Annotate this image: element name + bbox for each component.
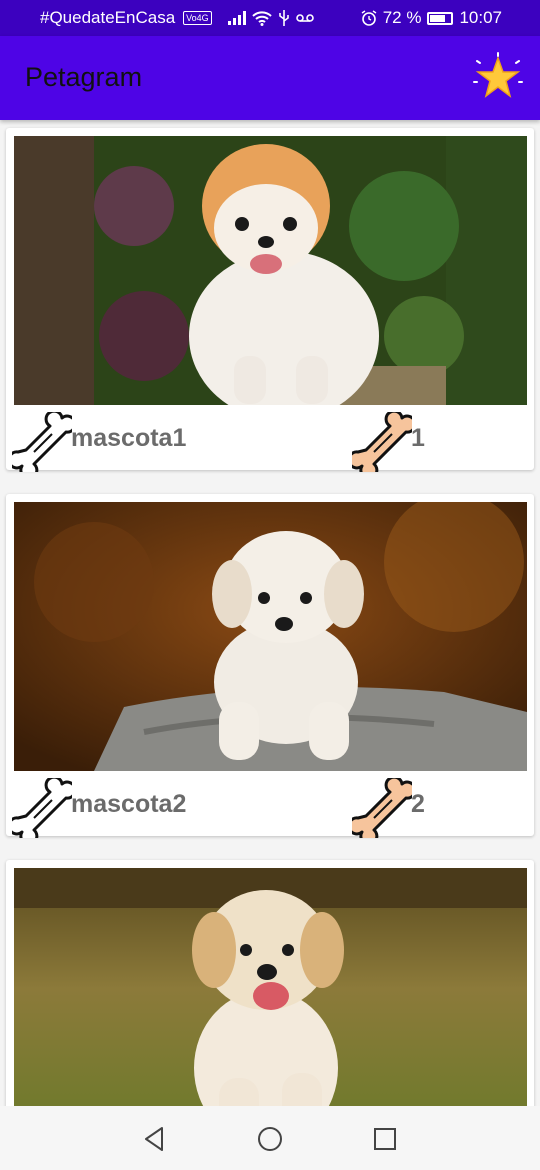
voicemail-icon — [295, 14, 314, 22]
alarm-icon — [361, 10, 377, 26]
pet-name: mascota1 — [71, 424, 187, 452]
cell-signal-icon — [227, 11, 246, 25]
usb-icon — [278, 10, 289, 26]
wifi-icon — [251, 11, 272, 26]
home-icon[interactable] — [255, 1124, 285, 1154]
status-right: 72 % 10:07 — [361, 8, 502, 28]
pet-card[interactable]: mascota1 1 — [6, 128, 534, 470]
pet-rating: 1 — [411, 424, 425, 452]
signal-icons — [227, 10, 314, 26]
status-left: #QuedateEnCasa Vo4G — [40, 8, 314, 28]
bone-filled-icon — [352, 778, 412, 838]
carrier-text: #QuedateEnCasa — [40, 8, 176, 27]
app-title: Petagram — [25, 62, 143, 92]
volte-badge: Vo4G — [183, 11, 212, 25]
status-bar: #QuedateEnCasa Vo4G 72 % 10:07 — [0, 0, 540, 36]
golden-retriever-puppy-photo — [14, 868, 527, 1106]
bone-filled-icon — [352, 412, 412, 472]
battery-icon — [427, 11, 454, 25]
recents-icon[interactable] — [370, 1124, 400, 1154]
pet-name: mascota2 — [71, 790, 187, 818]
maltese-puppy-photo — [14, 502, 527, 771]
star-icon[interactable] — [472, 52, 524, 104]
pomeranian-photo — [14, 136, 527, 405]
clock: 10:07 — [459, 8, 502, 27]
bone-outline-icon[interactable] — [12, 778, 72, 838]
pet-card[interactable]: mascota2 2 — [6, 494, 534, 836]
bone-outline-icon[interactable] — [12, 412, 72, 472]
app-bar: Petagram — [0, 36, 540, 120]
pet-rating: 2 — [411, 790, 425, 818]
back-icon[interactable] — [140, 1124, 170, 1154]
pet-photo — [14, 502, 527, 771]
navigation-bar — [0, 1106, 540, 1170]
pet-photo — [14, 136, 527, 405]
pet-card[interactable] — [6, 860, 534, 1106]
battery-percent: 72 % — [382, 8, 422, 27]
pet-photo — [14, 868, 527, 1106]
pet-list[interactable]: mascota1 1 mascota2 2 — [0, 120, 540, 1106]
